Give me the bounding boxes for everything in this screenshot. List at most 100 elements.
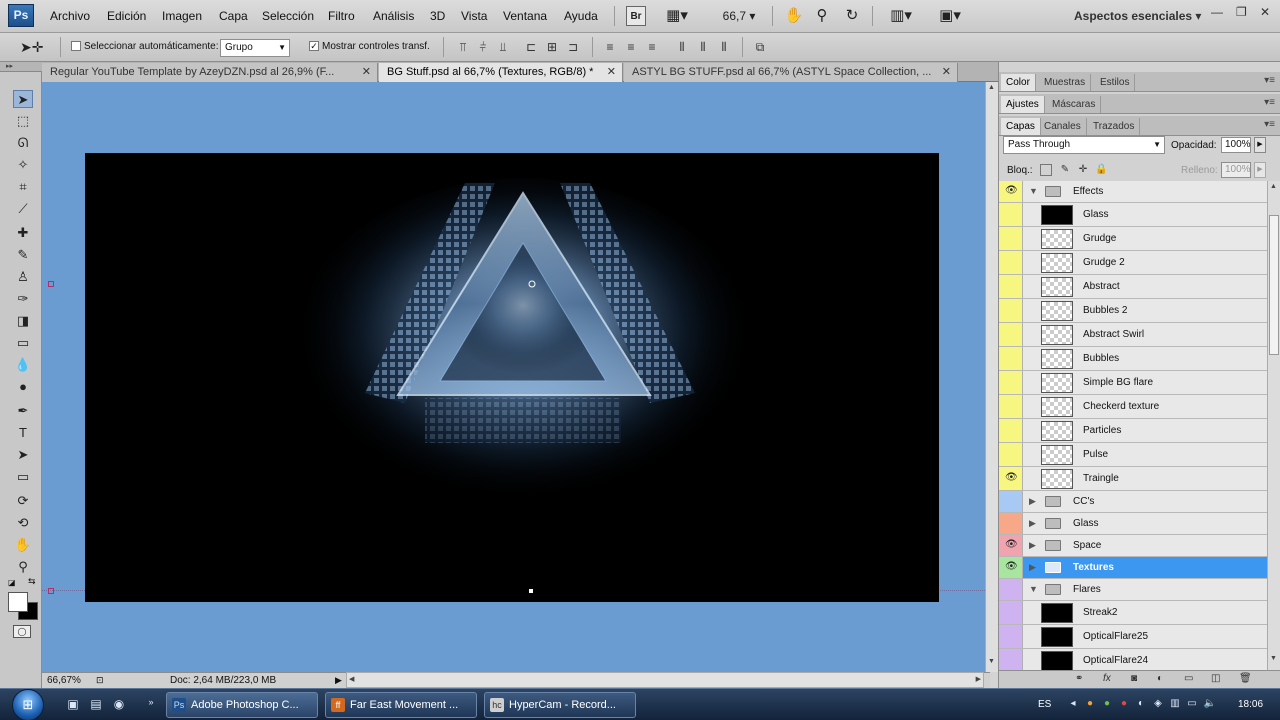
tab-capas[interactable]: Capas <box>1001 118 1041 135</box>
canvas-horizontal-scrollbar[interactable]: ◀ ▶ <box>346 672 984 688</box>
menu-archivo[interactable]: Archivo <box>50 9 90 23</box>
scroll-down-icon[interactable]: ▼ <box>1270 655 1277 662</box>
workspace-switcher[interactable]: Aspectos esenciales ▾ <box>1074 9 1201 23</box>
scroll-down-icon[interactable]: ▼ <box>988 658 995 665</box>
visibility-toggle[interactable] <box>999 299 1023 322</box>
lock-pixels-icon[interactable]: ✎ <box>1059 164 1071 176</box>
default-colors-icon[interactable]: ◪ <box>8 578 16 587</box>
distribute-vcenter-icon[interactable]: ≡ <box>623 39 639 55</box>
menu-capa[interactable]: Capa <box>219 9 248 23</box>
close-icon[interactable]: ✕ <box>362 63 371 82</box>
layer-group-row[interactable]: ▶ CC's <box>999 491 1267 513</box>
language-indicator[interactable]: ES <box>1038 699 1051 710</box>
layer-row[interactable]: Grudge <box>999 227 1267 251</box>
blur-tool-icon[interactable]: 💧 <box>13 356 33 374</box>
opacity-input[interactable]: 100% <box>1221 137 1251 153</box>
close-icon[interactable]: ✕ <box>1260 5 1270 19</box>
transform-handle[interactable] <box>48 281 54 287</box>
screen-mode-icon[interactable]: ▣▾ <box>932 6 968 26</box>
more-icon[interactable]: » <box>142 697 160 713</box>
taskbar-photoshop[interactable]: Ps Adobe Photoshop C... <box>166 692 318 718</box>
network-icon[interactable]: ▥ <box>1168 698 1182 712</box>
crop-tool-icon[interactable]: ⌗ <box>13 178 33 196</box>
layer-group-row[interactable]: ▼ Flares <box>999 579 1267 601</box>
layer-group-row[interactable]: ▶ Glass <box>999 513 1267 535</box>
tab-ajustes[interactable]: Ajustes <box>1001 96 1045 113</box>
windows-start-icon[interactable]: ⊞ <box>12 689 44 720</box>
expand-arrow-icon[interactable]: ▶ <box>1029 518 1036 529</box>
tab-canales[interactable]: Canales <box>1039 118 1087 135</box>
visibility-toggle[interactable] <box>999 625 1023 648</box>
taskbar-firefox[interactable]: ff Far East Movement ... <box>325 692 477 718</box>
canvas-vertical-scrollbar[interactable]: ▲ ▼ <box>985 82 998 672</box>
scroll-up-icon[interactable]: ▲ <box>1270 183 1277 190</box>
adjustment-layer-icon[interactable]: ◐ <box>1157 673 1163 684</box>
guides-icon[interactable]: ▦▾ <box>662 6 692 26</box>
menu-analisis[interactable]: Análisis <box>373 9 414 23</box>
visibility-toggle[interactable] <box>999 513 1023 534</box>
status-info-icon[interactable]: ⊡ <box>96 675 104 686</box>
explorer-icon[interactable]: ▤ <box>87 697 105 713</box>
dodge-tool-icon[interactable]: ● <box>13 378 33 396</box>
transform-handle[interactable] <box>48 588 54 594</box>
arrange-icon[interactable]: ▥▾ <box>884 6 918 26</box>
scroll-up-icon[interactable]: ▲ <box>988 84 995 91</box>
lock-all-icon[interactable]: 🔒 <box>1095 164 1107 176</box>
expand-arrow-icon[interactable]: ▶ <box>1029 562 1036 573</box>
restore-icon[interactable]: ❐ <box>1236 5 1247 19</box>
blend-mode-select[interactable]: Pass Through ▼ <box>1003 136 1165 154</box>
swap-colors-icon[interactable]: ⇆ <box>28 576 36 587</box>
visibility-toggle[interactable] <box>999 203 1023 226</box>
auto-select-checkbox[interactable] <box>71 41 81 51</box>
distribute-right-icon[interactable]: ⫴ <box>716 39 732 55</box>
tab-trazados[interactable]: Trazados <box>1088 118 1141 135</box>
visibility-toggle[interactable] <box>999 491 1023 512</box>
fx-icon[interactable]: fx <box>1103 673 1111 684</box>
align-left-icon[interactable]: ⊏ <box>523 39 539 55</box>
menu-imagen[interactable]: Imagen <box>162 9 202 23</box>
panel-menu-icon[interactable]: ▾≡ <box>1264 119 1275 130</box>
collapse-arrow-icon[interactable]: ▼ <box>1029 584 1038 594</box>
clone-stamp-tool-icon[interactable]: ♙ <box>13 268 33 286</box>
distribute-hcenter-icon[interactable]: ⫴ <box>695 39 711 55</box>
visibility-toggle[interactable] <box>999 419 1023 442</box>
layer-row[interactable]: Abstract Swirl <box>999 323 1267 347</box>
menu-seleccion[interactable]: Selección <box>262 9 314 23</box>
distribute-left-icon[interactable]: ⫴ <box>674 39 690 55</box>
link-layers-icon[interactable]: ⚭ <box>1075 673 1083 684</box>
visibility-toggle[interactable]: 👁 <box>999 535 1023 556</box>
magic-wand-tool-icon[interactable]: ✧ <box>13 156 33 174</box>
hand-tool-icon[interactable]: ✋ <box>13 536 33 554</box>
rectangle-tool-icon[interactable]: ▭ <box>13 468 33 486</box>
visibility-toggle[interactable] <box>999 323 1023 346</box>
tray-app-icon[interactable]: ● <box>1117 698 1131 712</box>
align-right-icon[interactable]: ⊐ <box>565 39 581 55</box>
minimize-icon[interactable]: — <box>1211 5 1223 19</box>
tools-collapse-icon[interactable]: ▸▸ <box>0 62 42 72</box>
visibility-toggle[interactable] <box>999 649 1023 671</box>
3d-rotate-tool-icon[interactable]: ⟳ <box>13 492 33 510</box>
layer-row[interactable]: 👁 Traingle <box>999 467 1267 491</box>
eraser-tool-icon[interactable]: ◨ <box>13 312 33 330</box>
visibility-toggle[interactable]: 👁 <box>999 181 1023 202</box>
layer-row[interactable]: Bubbles <box>999 347 1267 371</box>
firefox-icon[interactable]: ◉ <box>110 697 128 713</box>
trash-icon[interactable]: 🗑 <box>1239 673 1252 684</box>
menu-ayuda[interactable]: Ayuda <box>564 9 598 23</box>
photoshop-logo[interactable]: Ps <box>8 4 34 27</box>
brush-tool-icon[interactable]: ✎ <box>13 246 33 264</box>
scroll-thumb[interactable] <box>1269 215 1279 355</box>
pen-tool-icon[interactable]: ✒ <box>13 402 33 420</box>
lock-position-icon[interactable]: ✛ <box>1077 164 1089 176</box>
visibility-toggle[interactable] <box>999 371 1023 394</box>
tab-estilos[interactable]: Estilos <box>1095 74 1136 91</box>
doc-tab-bg-stuff[interactable]: BG Stuff.psd al 66,7% (Textures, RGB/8) … <box>379 63 623 82</box>
transform-handle[interactable] <box>528 588 534 594</box>
layer-row[interactable]: OpticalFlare24 <box>999 649 1267 671</box>
auto-select-group-select[interactable]: Grupo ▼ <box>220 39 290 57</box>
visibility-toggle[interactable] <box>999 347 1023 370</box>
tray-app-icon[interactable]: ◐ <box>1134 698 1148 712</box>
visibility-toggle[interactable] <box>999 579 1023 600</box>
align-top-icon[interactable]: ⫪ <box>455 39 471 55</box>
layer-row[interactable]: Particles <box>999 419 1267 443</box>
